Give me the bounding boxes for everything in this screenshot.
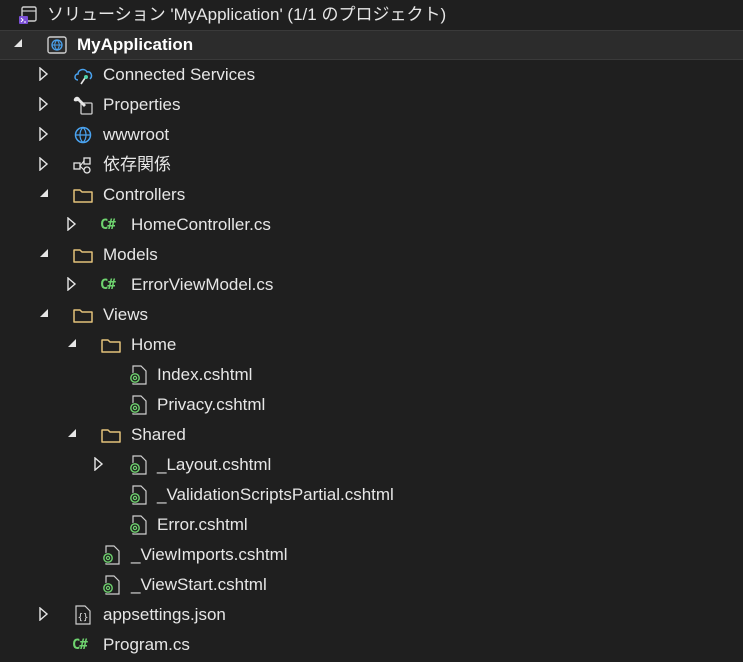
tree-item-error-view-model[interactable]: C# ErrorViewModel.cs bbox=[0, 270, 743, 300]
caret-collapsed-icon[interactable] bbox=[38, 120, 54, 150]
tree-item-dependencies[interactable]: 依存関係 bbox=[0, 150, 743, 180]
caret-expanded-icon[interactable] bbox=[38, 240, 54, 270]
tree-item-label: Properties bbox=[103, 95, 181, 114]
caret-collapsed-icon[interactable] bbox=[93, 450, 109, 480]
globe-icon bbox=[72, 125, 94, 145]
tree-item-home-controller[interactable]: C# HomeController.cs bbox=[0, 210, 743, 240]
razor-file-icon bbox=[100, 575, 122, 595]
json-glyph: {} bbox=[78, 613, 89, 623]
caret-collapsed-icon[interactable] bbox=[38, 150, 54, 180]
razor-file-icon bbox=[127, 365, 149, 385]
tree-item-label: Shared bbox=[131, 425, 186, 444]
tree-item-label: 依存関係 bbox=[103, 155, 171, 174]
tree-item-label: Privacy.cshtml bbox=[157, 395, 266, 414]
tree-item-shared-folder[interactable]: Shared bbox=[0, 420, 743, 450]
tree-item-models[interactable]: Models bbox=[0, 240, 743, 270]
tree-item-layout-view[interactable]: _Layout.cshtml bbox=[0, 450, 743, 480]
tree-item-connected-services[interactable]: Connected Services bbox=[0, 60, 743, 90]
tree-item-views[interactable]: Views bbox=[0, 300, 743, 330]
tree-item-label: Home bbox=[131, 335, 177, 354]
tree-item-label: HomeController.cs bbox=[131, 215, 271, 234]
project-label: MyApplication bbox=[77, 35, 194, 54]
folder-icon bbox=[72, 305, 94, 325]
tree-item-label: _ViewImports.cshtml bbox=[131, 545, 288, 564]
tree-item-wwwroot[interactable]: wwwroot bbox=[0, 120, 743, 150]
tree-item-label: wwwroot bbox=[103, 125, 170, 144]
tree-item-controllers[interactable]: Controllers bbox=[0, 180, 743, 210]
tree-item-label: Controllers bbox=[103, 185, 186, 204]
dependencies-icon bbox=[72, 155, 94, 175]
caret-expanded-icon[interactable] bbox=[66, 420, 82, 450]
caret-collapsed-icon[interactable] bbox=[38, 90, 54, 120]
solution-label: ソリューション 'MyApplication' (1/1 のプロジェクト) bbox=[47, 5, 447, 24]
caret-expanded-icon[interactable] bbox=[38, 300, 54, 330]
tree-item-label: ErrorViewModel.cs bbox=[131, 275, 274, 294]
folder-icon bbox=[100, 335, 122, 355]
solution-icon bbox=[18, 5, 40, 25]
solution-explorer-tree: ソリューション 'MyApplication' (1/1 のプロジェクト) My… bbox=[0, 0, 743, 660]
folder-icon bbox=[72, 245, 94, 265]
csharp-file-icon: C# bbox=[100, 277, 116, 293]
razor-file-icon bbox=[127, 515, 149, 535]
tree-item-home-folder[interactable]: Home bbox=[0, 330, 743, 360]
tree-item-program[interactable]: C# Program.cs bbox=[0, 630, 743, 660]
tree-item-label: Connected Services bbox=[103, 65, 256, 84]
csharp-file-icon: C# bbox=[100, 217, 116, 233]
tree-item-error-view[interactable]: Error.cshtml bbox=[0, 510, 743, 540]
tree-item-label: Views bbox=[103, 305, 149, 324]
caret-expanded-icon[interactable] bbox=[12, 30, 28, 60]
solution-node[interactable]: ソリューション 'MyApplication' (1/1 のプロジェクト) bbox=[0, 0, 743, 30]
tree-item-label: Models bbox=[103, 245, 158, 264]
razor-file-icon bbox=[127, 455, 149, 475]
tree-item-privacy-view[interactable]: Privacy.cshtml bbox=[0, 390, 743, 420]
json-file-icon: {} bbox=[72, 605, 94, 625]
tree-item-appsettings[interactable]: {} appsettings.json bbox=[0, 600, 743, 630]
folder-icon bbox=[72, 185, 94, 205]
tree-item-label: _Layout.cshtml bbox=[157, 455, 272, 474]
tree-item-view-imports[interactable]: _ViewImports.cshtml bbox=[0, 540, 743, 570]
tree-item-label: _ValidationScriptsPartial.cshtml bbox=[157, 485, 394, 504]
tree-item-index-view[interactable]: Index.cshtml bbox=[0, 360, 743, 390]
tree-item-label: Error.cshtml bbox=[157, 515, 248, 534]
razor-file-icon bbox=[127, 395, 149, 415]
csharp-file-icon: C# bbox=[72, 637, 88, 653]
tree-item-label: Index.cshtml bbox=[157, 365, 253, 384]
tree-item-view-start[interactable]: _ViewStart.cshtml bbox=[0, 570, 743, 600]
tree-item-properties[interactable]: Properties bbox=[0, 90, 743, 120]
caret-collapsed-icon[interactable] bbox=[38, 600, 54, 630]
razor-file-icon bbox=[127, 485, 149, 505]
tree-item-label: _ViewStart.cshtml bbox=[131, 575, 267, 594]
tree-item-validation-partial[interactable]: _ValidationScriptsPartial.cshtml bbox=[0, 480, 743, 510]
tree-item-label: appsettings.json bbox=[103, 605, 226, 624]
razor-file-icon bbox=[100, 545, 122, 565]
web-project-icon bbox=[46, 35, 68, 55]
folder-icon bbox=[100, 425, 122, 445]
caret-collapsed-icon[interactable] bbox=[38, 60, 54, 90]
caret-expanded-icon[interactable] bbox=[38, 180, 54, 210]
caret-expanded-icon[interactable] bbox=[66, 330, 82, 360]
wrench-icon bbox=[72, 95, 94, 115]
connected-services-icon bbox=[72, 65, 94, 85]
tree-item-label: Program.cs bbox=[103, 635, 190, 654]
caret-collapsed-icon[interactable] bbox=[66, 210, 82, 240]
caret-collapsed-icon[interactable] bbox=[66, 270, 82, 300]
project-node[interactable]: MyApplication bbox=[0, 30, 743, 60]
